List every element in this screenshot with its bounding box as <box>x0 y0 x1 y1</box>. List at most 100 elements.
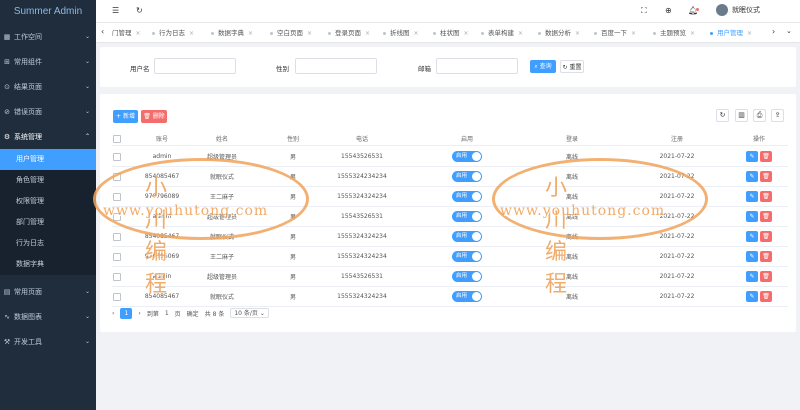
tab-login-page[interactable]: 登录页面 × <box>328 27 370 39</box>
column-header[interactable]: 注册 <box>642 132 712 145</box>
close-icon[interactable]: × <box>248 30 253 37</box>
edit-button[interactable]: ✎ <box>746 251 758 262</box>
goto-page-input[interactable]: 1 <box>165 310 169 317</box>
sidebar-item-role-management[interactable]: 角色管理 <box>0 170 96 191</box>
refresh-icon[interactable]: ↻ <box>716 109 729 122</box>
tab-blank-page[interactable]: 空白页面 × <box>270 27 312 39</box>
enable-switch[interactable]: 启用 <box>452 211 482 222</box>
sidebar-item-data-dictionary[interactable]: 数据字典 <box>0 254 96 275</box>
edit-button[interactable]: ✎ <box>746 291 758 302</box>
sidebar-item-result[interactable]: ⊙ 结果页面 ⌄ <box>0 74 96 99</box>
columns-icon[interactable]: ▥ <box>735 109 748 122</box>
close-icon[interactable]: × <box>414 30 419 37</box>
select-all-checkbox[interactable] <box>113 134 121 143</box>
delete-button[interactable]: 🗑︎ <box>760 231 772 242</box>
export-icon[interactable]: ⇪ <box>771 109 784 122</box>
tab-baidu[interactable]: 百度一下 × <box>594 27 636 39</box>
sidebar-item-error[interactable]: ⊘ 错误页面 ⌄ <box>0 99 96 124</box>
delete-button[interactable]: 🗑︎ <box>760 171 772 182</box>
tab-form-builder[interactable]: 表单构建 × <box>481 27 523 39</box>
row-checkbox[interactable] <box>113 292 121 301</box>
page-number[interactable]: 1 <box>120 307 133 319</box>
tab-department[interactable]: 门管理 × <box>112 27 141 39</box>
sidebar-item-permission-management[interactable]: 权限管理 <box>0 191 96 212</box>
close-icon[interactable]: × <box>631 30 636 37</box>
column-header[interactable]: 账号 <box>132 132 192 145</box>
close-icon[interactable]: × <box>464 30 469 37</box>
close-icon[interactable]: × <box>575 30 580 37</box>
column-header[interactable]: 登录 <box>542 132 602 145</box>
print-icon[interactable]: ⎙ <box>753 109 766 122</box>
refresh-icon[interactable]: ↻ <box>136 6 143 15</box>
tab-bar-chart[interactable]: 柱状图 × <box>433 27 469 39</box>
column-header[interactable]: 启用 <box>432 132 502 145</box>
edit-button[interactable]: ✎ <box>746 151 758 162</box>
enable-switch[interactable]: 启用 <box>452 271 482 282</box>
enable-switch[interactable]: 启用 <box>452 151 482 162</box>
tab-data-analysis[interactable]: 数据分析 × <box>538 27 580 39</box>
delete-button[interactable]: 🗑︎ <box>760 191 772 202</box>
user-menu[interactable]: 就眠仪式 <box>716 4 760 16</box>
sidebar-item-department-management[interactable]: 部门管理 <box>0 212 96 233</box>
edit-button[interactable]: ✎ <box>746 211 758 222</box>
close-icon[interactable]: × <box>690 30 695 37</box>
batch-delete-button[interactable]: 🗑︎ 删除 <box>141 110 167 123</box>
close-icon[interactable]: × <box>307 30 312 37</box>
username-input[interactable] <box>154 58 236 74</box>
enable-switch[interactable]: 启用 <box>452 291 482 302</box>
sidebar-item-components[interactable]: ⊞ 常用组件 ⌄ <box>0 49 96 74</box>
delete-button[interactable]: 🗑︎ <box>760 251 772 262</box>
close-icon[interactable]: × <box>747 30 752 37</box>
fullscreen-icon[interactable]: ⛶ <box>641 6 647 16</box>
chevron-down-icon[interactable]: ⌄ <box>786 27 792 35</box>
chevron-right-icon[interactable]: › <box>772 27 775 36</box>
delete-button[interactable]: 🗑︎ <box>760 271 772 282</box>
tab-data-dictionary[interactable]: 数据字典 × <box>211 27 253 39</box>
delete-button[interactable]: 🗑︎ <box>760 211 772 222</box>
edit-button[interactable]: ✎ <box>746 191 758 202</box>
sidebar-item-common-pages[interactable]: ▤ 常用页面 ⌄ <box>0 279 96 304</box>
edit-button[interactable]: ✎ <box>746 231 758 242</box>
sidebar-item-behavior-log[interactable]: 行为日志 <box>0 233 96 254</box>
sidebar-item-dev-tools[interactable]: ⚒ 开发工具 ⌄ <box>0 329 96 354</box>
close-icon[interactable]: × <box>365 30 370 37</box>
add-button[interactable]: + 新增 <box>113 110 138 123</box>
enable-switch[interactable]: 启用 <box>452 171 482 182</box>
edit-button[interactable]: ✎ <box>746 171 758 182</box>
gender-input[interactable] <box>295 58 377 74</box>
tab-theme-preview[interactable]: 主题预览 × <box>653 27 695 39</box>
next-page-icon[interactable]: › <box>138 310 140 317</box>
close-icon[interactable]: × <box>136 30 141 37</box>
close-icon[interactable]: × <box>518 30 523 37</box>
sidebar-item-charts[interactable]: ∿ 数据图表 ⌄ <box>0 304 96 329</box>
confirm-button[interactable]: 确定 <box>187 309 199 318</box>
tab-behavior-log[interactable]: 行为日志 × <box>152 27 194 39</box>
delete-button[interactable]: 🗑︎ <box>760 151 772 162</box>
close-icon[interactable]: × <box>189 30 194 37</box>
sidebar-item-system[interactable]: ⚙ 系统管理 ⌃ <box>0 124 96 149</box>
menu-toggle-icon[interactable]: ☰ <box>112 6 119 15</box>
reset-button[interactable]: ↻ 重置 <box>560 60 584 73</box>
delete-button[interactable]: 🗑︎ <box>760 291 772 302</box>
tab-user-management[interactable]: 用户管理 × <box>710 27 752 39</box>
column-header[interactable]: 性别 <box>272 132 314 145</box>
sidebar-item-user-management[interactable]: 用户管理 <box>0 149 96 170</box>
column-header[interactable]: 操作 <box>738 132 780 145</box>
email-input[interactable] <box>436 58 518 74</box>
row-checkbox[interactable] <box>113 272 121 281</box>
chevron-left-icon[interactable]: ‹ <box>101 27 104 36</box>
enable-switch[interactable]: 启用 <box>452 191 482 202</box>
column-header[interactable]: 电话 <box>322 132 402 145</box>
page-size-select[interactable]: 10 条/页 ⌄ <box>230 308 269 318</box>
edit-button[interactable]: ✎ <box>746 271 758 282</box>
enable-switch[interactable]: 启用 <box>452 231 482 242</box>
enable-switch[interactable]: 启用 <box>452 251 482 262</box>
language-icon[interactable]: ⊕ <box>665 6 672 15</box>
row-checkbox[interactable] <box>113 152 121 161</box>
search-button[interactable]: ⌕ 查询 <box>530 60 556 73</box>
prev-page-icon[interactable]: ‹ <box>112 310 114 317</box>
row-checkbox[interactable] <box>113 252 121 261</box>
sidebar-item-workspace[interactable]: ▦ 工作空间 ⌄ <box>0 24 96 49</box>
column-header[interactable]: 姓名 <box>192 132 252 145</box>
tab-line-chart[interactable]: 折线图 × <box>383 27 419 39</box>
